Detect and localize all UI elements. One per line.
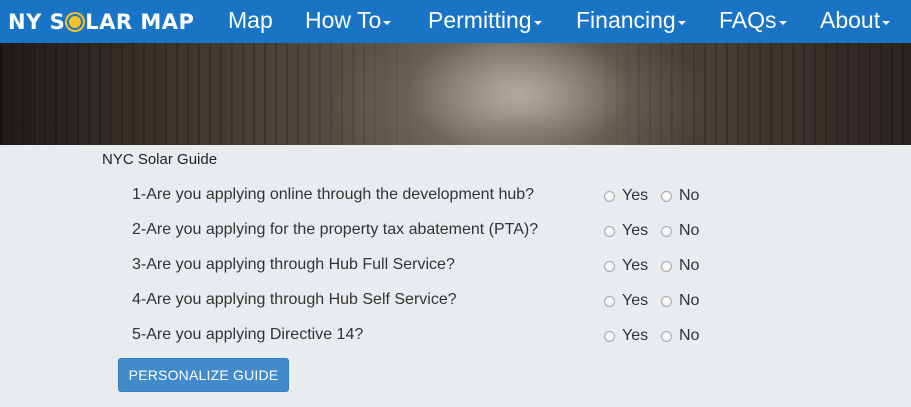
sun-icon bbox=[66, 13, 84, 31]
nav-item-how-to[interactable]: How To bbox=[305, 5, 392, 35]
radio-yes[interactable] bbox=[604, 295, 615, 307]
question-row-1: 1-Are you applying online through the de… bbox=[132, 186, 732, 206]
radio-yes[interactable] bbox=[604, 330, 615, 342]
question-text: 2-Are you applying for the property tax … bbox=[132, 221, 539, 238]
question-row-2: 2-Are you applying for the property tax … bbox=[132, 221, 732, 241]
guide-title: NYC Solar Guide bbox=[102, 151, 218, 168]
radio-yes[interactable] bbox=[604, 225, 615, 237]
radio-no[interactable] bbox=[661, 260, 672, 272]
radio-yes[interactable] bbox=[604, 260, 615, 272]
personalize-guide-button[interactable]: PERSONALIZE GUIDE bbox=[118, 358, 289, 392]
question-row-5: 5-Are you applying Directive 14? Yes No bbox=[132, 326, 732, 346]
yes-option[interactable]: Yes bbox=[604, 327, 648, 345]
caret-down-icon bbox=[383, 21, 392, 25]
question-text: 1-Are you applying online through the de… bbox=[132, 186, 535, 203]
nav-item-label: FAQs bbox=[719, 6, 777, 33]
no-label: No bbox=[679, 292, 700, 309]
nav-item-permitting[interactable]: Permitting bbox=[428, 5, 542, 35]
no-option[interactable]: No bbox=[661, 292, 699, 310]
radio-yes[interactable] bbox=[604, 190, 615, 202]
radio-no[interactable] bbox=[661, 190, 672, 202]
yes-label: Yes bbox=[622, 222, 649, 239]
no-label: No bbox=[679, 222, 700, 239]
caret-down-icon bbox=[677, 21, 686, 25]
nav-item-financing[interactable]: Financing bbox=[576, 5, 686, 35]
nav-item-label: How To bbox=[305, 6, 382, 33]
brand-text-start: NY S bbox=[8, 10, 66, 34]
no-label: No bbox=[679, 187, 700, 204]
caret-down-icon bbox=[882, 21, 891, 25]
question-text: 5-Are you applying Directive 14? bbox=[132, 326, 364, 343]
nav-item-label: About bbox=[820, 6, 881, 33]
yes-option[interactable]: Yes bbox=[604, 187, 648, 205]
radio-no[interactable] bbox=[661, 225, 672, 237]
yes-option[interactable]: Yes bbox=[604, 222, 648, 240]
no-option[interactable]: No bbox=[661, 327, 699, 345]
nav-item-faqs[interactable]: FAQs bbox=[719, 5, 787, 35]
nav-item-about[interactable]: About bbox=[820, 5, 891, 35]
question-text: 4-Are you applying through Hub Self Serv… bbox=[132, 291, 457, 308]
yes-option[interactable]: Yes bbox=[604, 292, 648, 310]
no-option[interactable]: No bbox=[661, 187, 699, 205]
nav-item-map[interactable]: Map bbox=[228, 5, 273, 35]
nav-item-label: Financing bbox=[576, 6, 676, 33]
top-navbar: NY S LAR MAP Map How To Permitting Financ… bbox=[0, 0, 911, 43]
no-option[interactable]: No bbox=[661, 222, 699, 240]
radio-no[interactable] bbox=[661, 295, 672, 307]
question-row-4: 4-Are you applying through Hub Self Serv… bbox=[132, 291, 732, 311]
no-label: No bbox=[679, 327, 700, 344]
nav-item-label: Map bbox=[228, 6, 273, 33]
radio-no[interactable] bbox=[661, 330, 672, 342]
question-text: 3-Are you applying through Hub Full Serv… bbox=[132, 256, 455, 273]
nav-item-label: Permitting bbox=[428, 6, 532, 33]
brand-logo[interactable]: NY S LAR MAP bbox=[8, 10, 194, 34]
brand-text-end: LAR MAP bbox=[85, 10, 195, 34]
question-row-3: 3-Are you applying through Hub Full Serv… bbox=[132, 256, 732, 276]
yes-option[interactable]: Yes bbox=[604, 257, 648, 275]
yes-label: Yes bbox=[622, 327, 649, 344]
no-option[interactable]: No bbox=[661, 257, 699, 275]
caret-down-icon bbox=[533, 21, 542, 25]
no-label: No bbox=[679, 257, 700, 274]
yes-label: Yes bbox=[622, 292, 649, 309]
yes-label: Yes bbox=[622, 257, 649, 274]
yes-label: Yes bbox=[622, 187, 649, 204]
caret-down-icon bbox=[778, 21, 787, 25]
hero-banner-image bbox=[0, 43, 911, 145]
